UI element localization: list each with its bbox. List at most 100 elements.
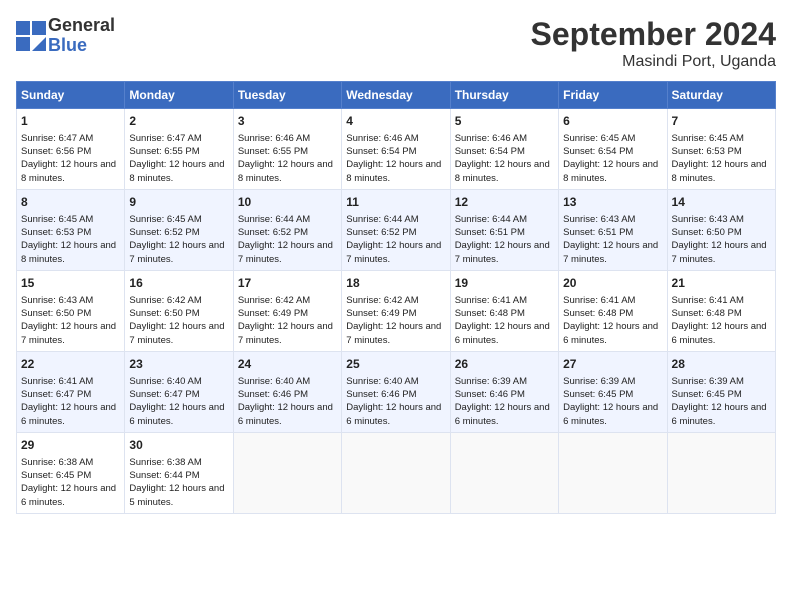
sunrise: Sunrise: 6:44 AM (238, 213, 337, 226)
col-header-wednesday: Wednesday (342, 82, 450, 109)
daylight-label: Daylight: 12 hours and 7 minutes. (672, 239, 771, 266)
sunrise: Sunrise: 6:40 AM (129, 375, 228, 388)
calendar-cell: 5 Sunrise: 6:46 AMSunset: 6:54 PMDaylight… (450, 109, 558, 190)
calendar-cell: 20Sunrise: 6:41 AMSunset: 6:48 PMDayligh… (559, 270, 667, 351)
calendar-cell: 12Sunrise: 6:44 AMSunset: 6:51 PMDayligh… (450, 189, 558, 270)
day-number: 12 (455, 194, 554, 211)
sunset: Sunset: 6:51 PM (563, 226, 662, 239)
daylight-label: Daylight: 12 hours and 6 minutes. (563, 320, 662, 347)
day-number: 30 (129, 437, 228, 454)
sunrise: Sunrise: 6:39 AM (455, 375, 554, 388)
col-header-sunday: Sunday (17, 82, 125, 109)
sunset: Sunset: 6:52 PM (346, 226, 445, 239)
calendar-cell: 16Sunrise: 6:42 AMSunset: 6:50 PMDayligh… (125, 270, 233, 351)
sunrise: Sunrise: 6:43 AM (563, 213, 662, 226)
calendar-cell: 7Sunrise: 6:45 AMSunset: 6:53 PMDaylight… (667, 109, 775, 190)
day-number: 27 (563, 356, 662, 373)
general-blue-icon (16, 21, 46, 51)
sunset: Sunset: 6:45 PM (21, 469, 120, 482)
col-header-friday: Friday (559, 82, 667, 109)
daylight-label: Daylight: 12 hours and 7 minutes. (346, 320, 445, 347)
day-number: 5 (455, 113, 554, 130)
sunrise: Sunrise: 6:41 AM (672, 294, 771, 307)
sunrise: Sunrise: 6:44 AM (455, 213, 554, 226)
calendar-cell: 13Sunrise: 6:43 AMSunset: 6:51 PMDayligh… (559, 189, 667, 270)
sunset: Sunset: 6:54 PM (346, 145, 445, 158)
day-number: 10 (238, 194, 337, 211)
page-header: General Blue September 2024 Masindi Port… (16, 16, 776, 71)
sunrise: Sunrise: 6:40 AM (346, 375, 445, 388)
daylight-label: Daylight: 12 hours and 6 minutes. (563, 401, 662, 428)
daylight-label: Daylight: 12 hours and 8 minutes. (455, 158, 554, 185)
sunset: Sunset: 6:50 PM (21, 307, 120, 320)
sunrise: Sunrise: 6:42 AM (129, 294, 228, 307)
calendar-cell: 6 Sunrise: 6:45 AMSunset: 6:54 PMDaylight… (559, 109, 667, 190)
daylight-label: Daylight: 12 hours and 7 minutes. (129, 239, 228, 266)
sunset: Sunset: 6:52 PM (129, 226, 228, 239)
calendar-cell: 25Sunrise: 6:40 AMSunset: 6:46 PMDayligh… (342, 351, 450, 432)
day-number: 17 (238, 275, 337, 292)
day-number: 23 (129, 356, 228, 373)
sunrise: Sunrise: 6:38 AM (21, 456, 120, 469)
sunset: Sunset: 6:53 PM (21, 226, 120, 239)
sunset: Sunset: 6:46 PM (455, 388, 554, 401)
day-number: 19 (455, 275, 554, 292)
calendar-cell: 24Sunrise: 6:40 AMSunset: 6:46 PMDayligh… (233, 351, 341, 432)
sunset: Sunset: 6:53 PM (672, 145, 771, 158)
daylight-label: Daylight: 12 hours and 6 minutes. (672, 320, 771, 347)
calendar-cell (342, 432, 450, 513)
day-number: 11 (346, 194, 445, 211)
sunrise: Sunrise: 6:47 AM (21, 132, 120, 145)
sunset: Sunset: 6:47 PM (21, 388, 120, 401)
calendar-cell (233, 432, 341, 513)
col-header-tuesday: Tuesday (233, 82, 341, 109)
calendar-cell (559, 432, 667, 513)
sunset: Sunset: 6:49 PM (346, 307, 445, 320)
sunset: Sunset: 6:54 PM (455, 145, 554, 158)
sunrise: Sunrise: 6:46 AM (455, 132, 554, 145)
daylight-label: Daylight: 12 hours and 6 minutes. (21, 482, 120, 509)
daylight-label: Daylight: 12 hours and 7 minutes. (129, 320, 228, 347)
sunset: Sunset: 6:50 PM (129, 307, 228, 320)
day-number: 6 (563, 113, 662, 130)
daylight-label: Daylight: 12 hours and 6 minutes. (672, 401, 771, 428)
sunrise: Sunrise: 6:41 AM (563, 294, 662, 307)
calendar-cell: 29 Sunrise: 6:38 AMSunset: 6:45 PMDayligh… (17, 432, 125, 513)
calendar-cell: 22Sunrise: 6:41 AMSunset: 6:47 PMDayligh… (17, 351, 125, 432)
sunset: Sunset: 6:55 PM (129, 145, 228, 158)
day-number: 26 (455, 356, 554, 373)
day-number: 21 (672, 275, 771, 292)
calendar-cell: 21Sunrise: 6:41 AMSunset: 6:48 PMDayligh… (667, 270, 775, 351)
daylight-label: Daylight: 12 hours and 7 minutes. (346, 239, 445, 266)
calendar-cell: 9Sunrise: 6:45 AMSunset: 6:52 PMDaylight… (125, 189, 233, 270)
logo-text: General Blue (48, 16, 115, 56)
sunset: Sunset: 6:54 PM (563, 145, 662, 158)
sunrise: Sunrise: 6:38 AM (129, 456, 228, 469)
sunset: Sunset: 6:55 PM (238, 145, 337, 158)
sunrise: Sunrise: 6:39 AM (563, 375, 662, 388)
day-number: 2 (129, 113, 228, 130)
sunrise: Sunrise: 6:42 AM (238, 294, 337, 307)
day-number: 25 (346, 356, 445, 373)
calendar-cell: 26 Sunrise: 6:39 AMSunset: 6:46 PMDayligh… (450, 351, 558, 432)
calendar-cell: 14Sunrise: 6:43 AMSunset: 6:50 PMDayligh… (667, 189, 775, 270)
day-number: 4 (346, 113, 445, 130)
daylight-label: Daylight: 12 hours and 6 minutes. (238, 401, 337, 428)
day-number: 8 (21, 194, 120, 211)
calendar-cell: 18Sunrise: 6:42 AMSunset: 6:49 PMDayligh… (342, 270, 450, 351)
sunrise: Sunrise: 6:45 AM (563, 132, 662, 145)
daylight-label: Daylight: 12 hours and 7 minutes. (238, 239, 337, 266)
day-number: 9 (129, 194, 228, 211)
daylight-label: Daylight: 12 hours and 6 minutes. (21, 401, 120, 428)
daylight-label: Daylight: 12 hours and 8 minutes. (672, 158, 771, 185)
sunrise: Sunrise: 6:44 AM (346, 213, 445, 226)
sunset: Sunset: 6:45 PM (563, 388, 662, 401)
daylight-label: Daylight: 12 hours and 7 minutes. (563, 239, 662, 266)
daylight-label: Daylight: 12 hours and 8 minutes. (238, 158, 337, 185)
daylight-label: Daylight: 12 hours and 6 minutes. (455, 401, 554, 428)
week-row-3: 15Sunrise: 6:43 AMSunset: 6:50 PMDayligh… (17, 270, 776, 351)
day-number: 29 (21, 437, 120, 454)
week-row-1: 1Sunrise: 6:47 AMSunset: 6:56 PMDaylight… (17, 109, 776, 190)
day-number: 24 (238, 356, 337, 373)
daylight-label: Daylight: 12 hours and 8 minutes. (563, 158, 662, 185)
